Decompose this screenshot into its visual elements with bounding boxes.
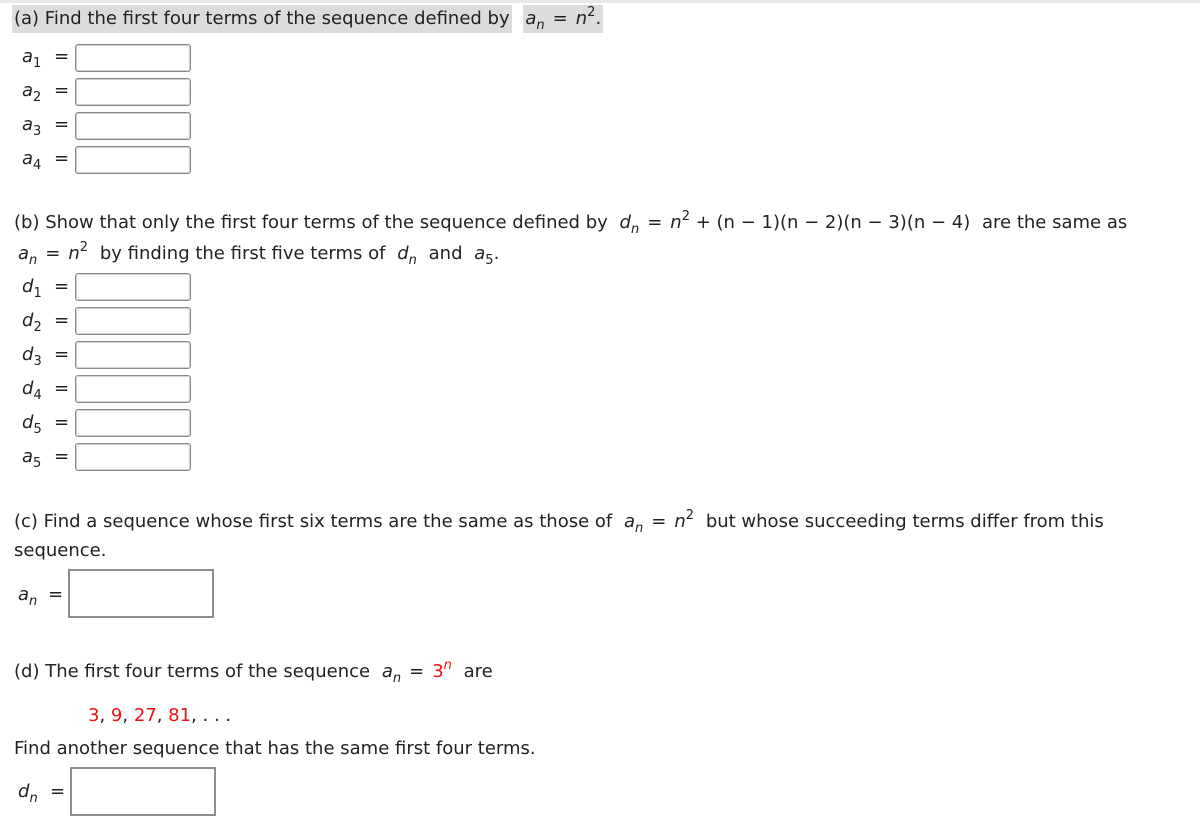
input-a3[interactable] <box>75 112 191 140</box>
part-b-formula-d: dn = n2 + (n − 1)(n − 2)(n − 3)(n − 4) <box>619 209 971 237</box>
label-d1: d1 = <box>22 276 70 301</box>
part-d-formula: an = 3n <box>381 658 452 686</box>
input-d1[interactable] <box>75 273 191 301</box>
part-c-formula: an = n2 <box>624 508 695 536</box>
input-d3[interactable] <box>75 341 191 369</box>
input-d5[interactable] <box>75 409 191 437</box>
label-d-dn: dn = <box>18 781 66 806</box>
part-a-prompt-text: (a) Find the first four terms of the seq… <box>14 8 510 29</box>
label-a3: a3 = <box>22 114 70 139</box>
part-c-prompt-line2: sequence. <box>14 540 107 561</box>
term-1: 3 <box>88 705 100 726</box>
input-a4[interactable] <box>75 146 191 174</box>
label-d4: d4 = <box>22 378 70 403</box>
part-b-prompt-line1: (b) Show that only the first four terms … <box>14 209 1128 237</box>
top-border <box>0 0 1200 3</box>
input-a1[interactable] <box>75 44 191 72</box>
part-d-prompt-line2: Find another sequence that has the same … <box>14 738 536 759</box>
label-a4: a4 = <box>22 148 70 173</box>
part-c-prompt-line1: (c) Find a sequence whose first six term… <box>14 508 1104 536</box>
part-a-prompt: (a) Find the first four terms of the seq… <box>12 5 604 33</box>
term-3: 27 <box>133 705 157 726</box>
label-d3: d3 = <box>22 344 70 369</box>
term-4: 81 <box>168 705 192 726</box>
input-d4[interactable] <box>75 375 191 403</box>
label-d5: d5 = <box>22 412 70 437</box>
part-d-terms: 3, 9, 27, 81, . . . <box>88 705 232 726</box>
input-a2[interactable] <box>75 78 191 106</box>
input-c-an[interactable] <box>68 569 214 618</box>
part-a-formula: an = n2. <box>523 5 604 33</box>
part-b-formula-a: an = n2 <box>18 240 89 268</box>
input-a5[interactable] <box>75 443 191 471</box>
part-d-prompt-line1: (d) The first four terms of the sequence… <box>14 658 493 686</box>
label-a1: a1 = <box>22 46 70 71</box>
term-2: 9 <box>110 705 123 726</box>
label-c-an: an = <box>18 584 64 609</box>
label-a5: a5 = <box>22 446 70 471</box>
ellipsis: . . . <box>202 705 232 726</box>
part-b-prompt-line2: an = n2 by finding the first five terms of… <box>18 240 500 268</box>
input-d-dn[interactable] <box>70 767 216 816</box>
label-d2: d2 = <box>22 310 70 335</box>
input-d2[interactable] <box>75 307 191 335</box>
label-a2: a2 = <box>22 80 70 105</box>
